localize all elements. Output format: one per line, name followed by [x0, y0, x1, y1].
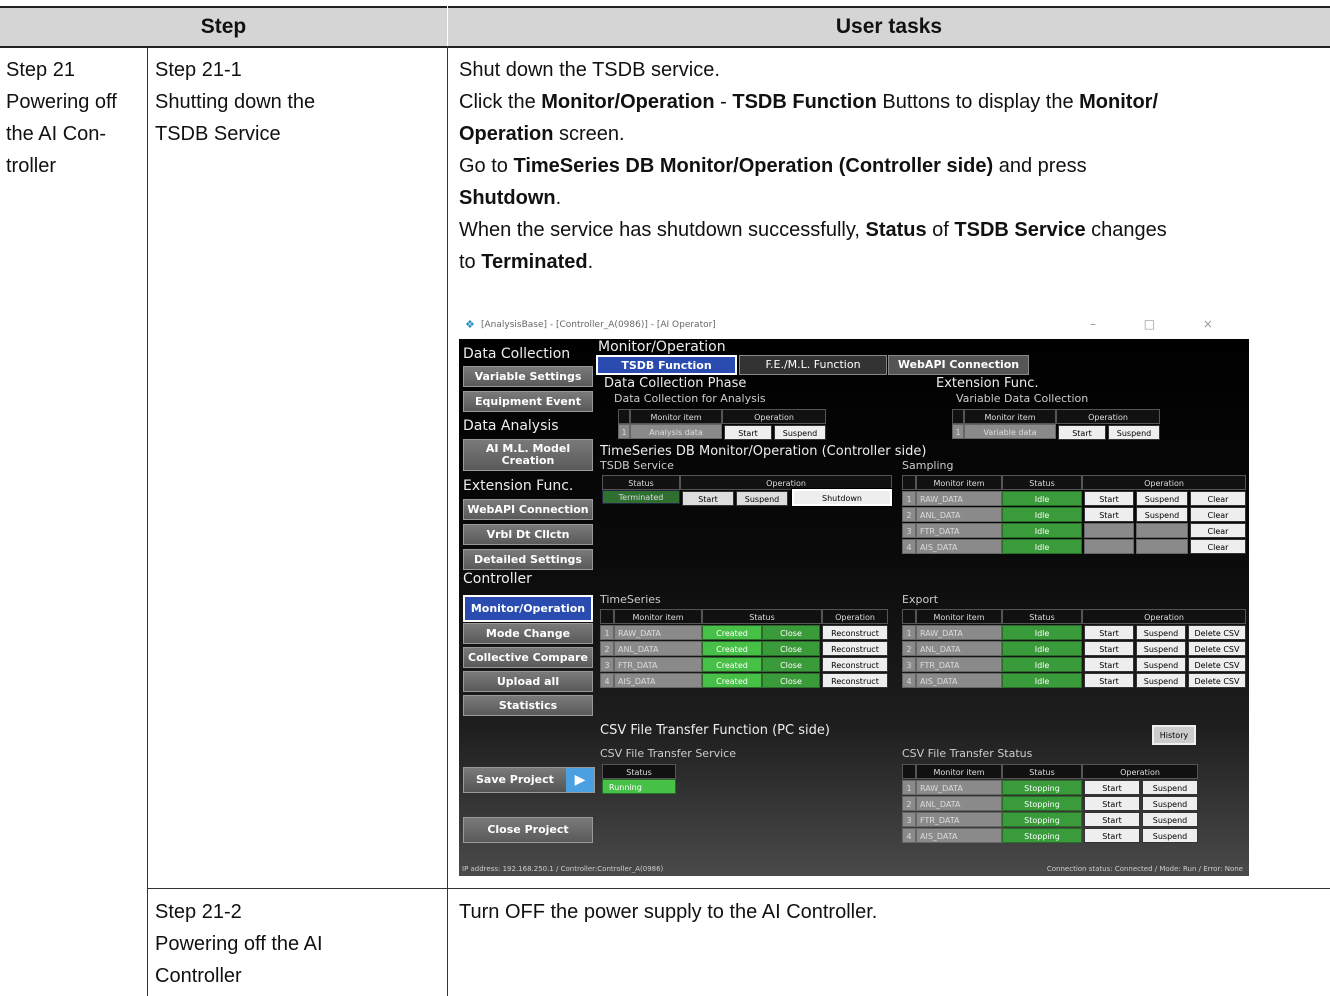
start-button[interactable]: Start	[724, 425, 772, 440]
upload-all-button[interactable]: Upload all	[463, 671, 593, 692]
sidebar-group-data-analysis: Data Analysis	[463, 418, 559, 434]
monitor-operation-button[interactable]: Monitor/Operation	[463, 595, 593, 622]
tsdb-service-title: TSDB Service	[600, 459, 674, 472]
task-2: Turn OFF the power supply to the AI Cont…	[459, 901, 878, 923]
app-window: ❖ [AnalysisBase] - [Controller_A(0986)] …	[459, 313, 1249, 876]
step-sub-2: Step 21-2 Powering off the AI Controller	[155, 901, 323, 987]
task-1: Shut down the TSDB service. Click the Mo…	[459, 59, 1167, 273]
csv-status-title: CSV File Transfer Status	[902, 747, 1033, 760]
header-rule	[0, 46, 1330, 48]
variable-data-collection-title: Variable Data Collection	[956, 392, 1089, 405]
suspend-button[interactable]: Suspend	[774, 425, 826, 440]
variable-settings-button[interactable]: Variable Settings	[463, 366, 593, 387]
data-collection-analysis-title: Data Collection for Analysis	[614, 392, 766, 405]
detailed-settings-button[interactable]: Detailed Settings	[463, 549, 593, 570]
csv-section-title: CSV File Transfer Function (PC side)	[600, 723, 830, 738]
status-left: IP address: 192.168.250.1 / Controller:C…	[462, 865, 664, 873]
row-divider	[147, 888, 1330, 889]
export-title: Export	[902, 593, 939, 606]
timeseries-title: TimeSeries	[600, 593, 661, 606]
status-right: Connection status: Connected / Mode: Run…	[1046, 865, 1243, 873]
play-icon: ▶	[566, 768, 594, 792]
sidebar-group-data-collection: Data Collection	[463, 346, 571, 362]
header-user-tasks: User tasks	[448, 6, 1330, 46]
sidebar: Data Collection Variable Settings Equipm…	[459, 339, 595, 859]
webapi-connection-button[interactable]: WebAPI Connection	[463, 499, 593, 520]
tsdb-status-value: Terminated	[602, 490, 680, 504]
sidebar-group-controller: Controller	[463, 571, 532, 587]
history-button[interactable]: History	[1152, 725, 1196, 745]
tsdb-start-button[interactable]: Start	[682, 491, 734, 506]
equipment-event-button[interactable]: Equipment Event	[463, 391, 593, 412]
sampling-title: Sampling	[902, 459, 954, 472]
mode-change-button[interactable]: Mode Change	[463, 623, 593, 644]
main-panel: Monitor/Operation TSDB Function F.E./M.L…	[596, 339, 1246, 859]
suspend-button[interactable]: Suspend	[1108, 425, 1160, 440]
step-main: Step 21 Powering off the AI Con- troller	[6, 59, 117, 177]
extension-func-title: Extension Func.	[936, 376, 1039, 391]
tsdb-section-title: TimeSeries DB Monitor/Operation (Control…	[600, 444, 927, 459]
collective-compare-button[interactable]: Collective Compare	[463, 647, 593, 668]
window-title: [AnalysisBase] - [Controller_A(0986)] - …	[481, 320, 716, 330]
app-screen: Data Collection Variable Settings Equipm…	[459, 339, 1249, 876]
close-project-button[interactable]: Close Project	[463, 817, 593, 843]
csv-service-status: Running	[602, 779, 676, 794]
vrbl-dt-cllctn-button[interactable]: Vrbl Dt Cllctn	[463, 524, 593, 545]
tab-fe-ml-function[interactable]: F.E./M.L. Function	[739, 355, 887, 375]
sidebar-group-extension: Extension Func.	[463, 478, 574, 494]
tab-webapi-connection[interactable]: WebAPI Connection	[888, 355, 1029, 375]
status-bar: IP address: 192.168.250.1 / Controller:C…	[459, 862, 1249, 876]
col-divider	[447, 8, 448, 996]
header-step: Step	[0, 6, 447, 46]
step-sub-1: Step 21-1 Shutting down the TSDB Service	[155, 59, 316, 145]
csv-service-title: CSV File Transfer Service	[600, 747, 736, 760]
tsdb-shutdown-button[interactable]: Shutdown	[791, 488, 893, 507]
tab-tsdb-function[interactable]: TSDB Function	[596, 355, 737, 375]
app-icon: ❖	[465, 318, 475, 331]
save-project-button[interactable]: Save Project ▶	[463, 767, 595, 793]
statistics-button[interactable]: Statistics	[463, 695, 593, 716]
col-divider	[147, 48, 148, 996]
tsdb-suspend-button[interactable]: Suspend	[736, 491, 788, 506]
page-title: Monitor/Operation	[598, 339, 726, 355]
ai-ml-model-button[interactable]: AI M.L. Model Creation	[463, 439, 593, 471]
start-button[interactable]: Start	[1058, 425, 1106, 440]
col-divider	[447, 8, 448, 46]
data-collection-phase-title: Data Collection Phase	[604, 376, 747, 391]
window-controls[interactable]: – □ ×	[1090, 317, 1235, 331]
title-bar: ❖ [AnalysisBase] - [Controller_A(0986)] …	[459, 313, 1249, 337]
